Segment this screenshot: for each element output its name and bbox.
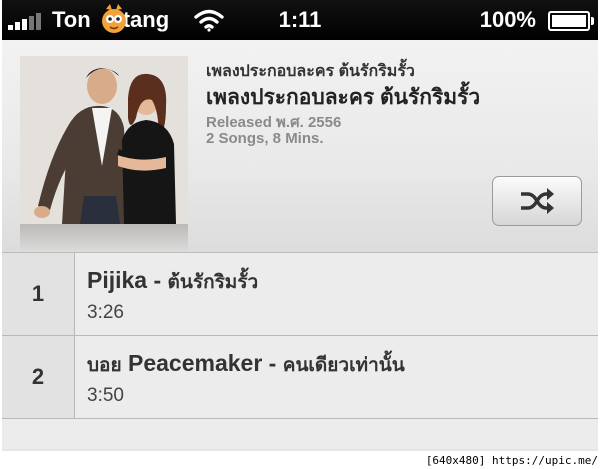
track-number: 1 — [2, 253, 75, 335]
shuffle-icon — [521, 188, 554, 214]
track-duration: 3:50 — [87, 385, 124, 406]
album-cover-photo — [20, 56, 188, 224]
status-bar: Ton tang 1:11 100% — [2, 0, 598, 40]
track-title: Pijika - ต้นรักริมรั้ว — [87, 267, 258, 297]
battery-percent: 100% — [479, 7, 536, 32]
app-frame: Ton tang 1:11 100% เพลงประกอบละคร ต้นรัก… — [2, 0, 598, 451]
album-summary: 2 Songs, 8 Mins. — [206, 130, 324, 147]
track-artist: Peacemaker - — [128, 350, 277, 376]
battery-full-icon — [548, 11, 594, 31]
empty-row — [2, 419, 598, 449]
track-song: คนเดียวเท่านั้น — [282, 355, 405, 376]
track-artist-prefix: บอย — [87, 355, 122, 376]
album-cover-reflection — [20, 224, 188, 252]
track-title: บอย Peacemaker - คนเดียวเท่านั้น — [87, 350, 405, 380]
album-header: เพลงประกอบละคร ต้นรักริมรั้ว เพลงประกอบล… — [2, 40, 598, 253]
track-list: 1 Pijika - ต้นรักริมรั้ว 3:26 2 บอย Peac… — [2, 253, 598, 449]
track-number: 2 — [2, 336, 75, 418]
image-watermark: [640x480] https://upic.me/ — [425, 454, 598, 467]
album-cover — [20, 56, 188, 224]
track-row-2[interactable]: 2 บอย Peacemaker - คนเดียวเท่านั้น 3:50 — [2, 336, 598, 419]
track-artist: Pijika - — [87, 267, 162, 293]
shuffle-button[interactable] — [492, 176, 582, 226]
track-row-1[interactable]: 1 Pijika - ต้นรักริมรั้ว 3:26 — [2, 253, 598, 336]
track-song: ต้นรักริมรั้ว — [167, 272, 259, 293]
track-duration: 3:26 — [87, 302, 124, 323]
